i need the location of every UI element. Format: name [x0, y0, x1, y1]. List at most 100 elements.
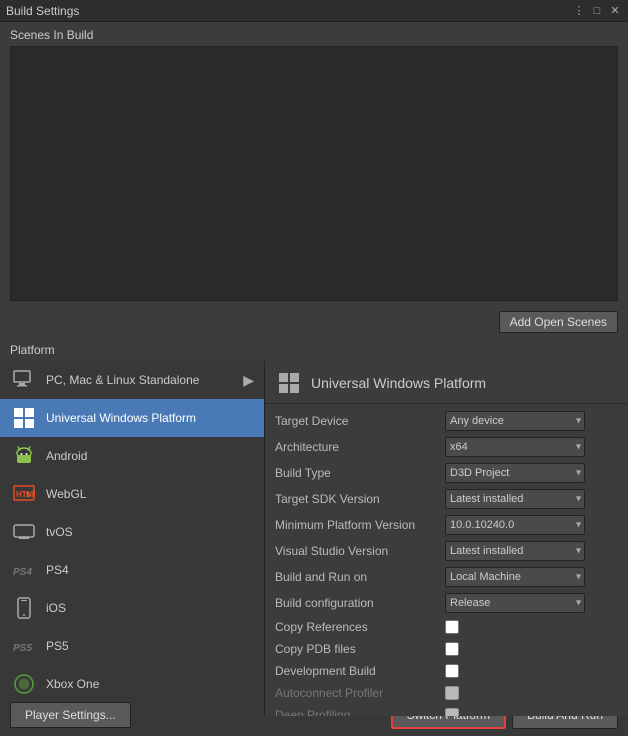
- setting-row-vs-version: Visual Studio Version Latest installed: [265, 538, 628, 564]
- deep-profiling-value: [445, 708, 618, 716]
- webgl-icon: HTML 5: [10, 480, 38, 508]
- build-config-dropdown[interactable]: Release: [445, 593, 585, 613]
- platform-list: PC, Mac & Linux Standalone ▶ Universal W…: [0, 361, 265, 716]
- build-config-value[interactable]: Release: [445, 593, 618, 613]
- copy-refs-label: Copy References: [275, 620, 445, 634]
- dev-build-value[interactable]: [445, 664, 618, 678]
- copy-refs-checkbox[interactable]: [445, 620, 459, 634]
- architecture-label: Architecture: [275, 440, 445, 454]
- tvos-name: tvOS: [46, 525, 73, 539]
- right-panel: Universal Windows Platform Target Device…: [265, 361, 628, 716]
- right-header-title: Universal Windows Platform: [311, 375, 486, 391]
- platform-item-uwp[interactable]: Universal Windows Platform: [0, 399, 264, 437]
- copy-refs-value[interactable]: [445, 620, 618, 634]
- scenes-section: Scenes In Build: [0, 22, 628, 307]
- setting-row-target-sdk: Target SDK Version Latest installed: [265, 486, 628, 512]
- setting-row-architecture: Architecture x64: [265, 434, 628, 460]
- platform-item-ios[interactable]: iOS: [0, 589, 264, 627]
- window-controls[interactable]: ⋮ □ ✕: [572, 4, 622, 18]
- close-button[interactable]: ✕: [608, 4, 622, 18]
- platform-item-xboxone[interactable]: Xbox One: [0, 665, 264, 703]
- build-run-on-value[interactable]: Local Machine: [445, 567, 618, 587]
- pc-name: PC, Mac & Linux Standalone: [46, 373, 199, 387]
- target-device-dropdown[interactable]: Any device: [445, 411, 585, 431]
- window-title: Build Settings: [6, 4, 572, 18]
- svg-text:PS5: PS5: [13, 643, 32, 654]
- deep-profiling-label: Deep Profiling: [275, 708, 445, 716]
- platform-item-android[interactable]: Android: [0, 437, 264, 475]
- architecture-dropdown[interactable]: x64: [445, 437, 585, 457]
- scenes-label: Scenes In Build: [10, 28, 618, 42]
- ps5-icon: PS5: [10, 632, 38, 660]
- svg-text:PS4: PS4: [13, 567, 32, 578]
- uwp-icon: [10, 404, 38, 432]
- target-sdk-dropdown[interactable]: Latest installed: [445, 489, 585, 509]
- min-platform-dropdown[interactable]: 10.0.10240.0: [445, 515, 585, 535]
- tvos-icon: [10, 518, 38, 546]
- copy-pdb-label: Copy PDB files: [275, 642, 445, 656]
- platform-item-ps5[interactable]: PS5 PS5: [0, 627, 264, 665]
- build-config-label: Build configuration: [275, 596, 445, 610]
- setting-row-deep-profiling: Deep Profiling: [265, 704, 628, 716]
- maximize-button[interactable]: □: [590, 4, 604, 18]
- setting-row-dev-build: Development Build: [265, 660, 628, 682]
- pc-arrow-icon: ▶: [243, 372, 254, 389]
- autoconnect-value: [445, 686, 618, 700]
- setting-row-target-device: Target Device Any device: [265, 408, 628, 434]
- min-platform-value[interactable]: 10.0.10240.0: [445, 515, 618, 535]
- setting-row-copy-pdb: Copy PDB files: [265, 638, 628, 660]
- svg-text:5: 5: [26, 492, 30, 499]
- uwp-name: Universal Windows Platform: [46, 411, 196, 425]
- settings-scroll[interactable]: Target Device Any device Architecture: [265, 404, 628, 716]
- build-run-on-dropdown[interactable]: Local Machine: [445, 567, 585, 587]
- platform-item-ps4[interactable]: PS4 PS4: [0, 551, 264, 589]
- pc-icon: [10, 366, 38, 394]
- menu-button[interactable]: ⋮: [572, 4, 586, 18]
- vs-version-value[interactable]: Latest installed: [445, 541, 618, 561]
- min-platform-label: Minimum Platform Version: [275, 518, 445, 532]
- platform-item-tvos[interactable]: tvOS: [0, 513, 264, 551]
- setting-row-build-run-on: Build and Run on Local Machine: [265, 564, 628, 590]
- build-type-label: Build Type: [275, 466, 445, 480]
- webgl-name: WebGL: [46, 487, 86, 501]
- setting-row-autoconnect: Autoconnect Profiler: [265, 682, 628, 704]
- copy-pdb-checkbox[interactable]: [445, 642, 459, 656]
- build-type-dropdown[interactable]: D3D Project: [445, 463, 585, 483]
- platform-item-pc[interactable]: PC, Mac & Linux Standalone ▶: [0, 361, 264, 399]
- ios-icon: [10, 594, 38, 622]
- ps5-name: PS5: [46, 639, 69, 653]
- target-device-label: Target Device: [275, 414, 445, 428]
- setting-row-min-platform: Minimum Platform Version 10.0.10240.0: [265, 512, 628, 538]
- uwp-header-icon: [275, 369, 303, 397]
- ps4-name: PS4: [46, 563, 69, 577]
- vs-version-dropdown[interactable]: Latest installed: [445, 541, 585, 561]
- vs-version-label: Visual Studio Version: [275, 544, 445, 558]
- setting-row-copy-refs: Copy References: [265, 616, 628, 638]
- target-sdk-label: Target SDK Version: [275, 492, 445, 506]
- dev-build-label: Development Build: [275, 664, 445, 678]
- android-name: Android: [46, 449, 87, 463]
- autoconnect-label: Autoconnect Profiler: [275, 686, 445, 700]
- architecture-value[interactable]: x64: [445, 437, 618, 457]
- bottom-left: Player Settings...: [10, 702, 131, 728]
- target-sdk-value[interactable]: Latest installed: [445, 489, 618, 509]
- platform-item-webgl[interactable]: HTML 5 WebGL: [0, 475, 264, 513]
- platform-section: PC, Mac & Linux Standalone ▶ Universal W…: [0, 361, 628, 716]
- scenes-area: [10, 46, 618, 301]
- build-type-value[interactable]: D3D Project: [445, 463, 618, 483]
- autoconnect-checkbox[interactable]: [445, 686, 459, 700]
- player-settings-button[interactable]: Player Settings...: [10, 702, 131, 728]
- right-header: Universal Windows Platform: [265, 361, 628, 404]
- xboxone-icon: [10, 670, 38, 698]
- copy-pdb-value[interactable]: [445, 642, 618, 656]
- deep-profiling-checkbox[interactable]: [445, 708, 459, 716]
- xboxone-name: Xbox One: [46, 677, 99, 691]
- add-open-scenes-button[interactable]: Add Open Scenes: [499, 311, 618, 333]
- dev-build-checkbox[interactable]: [445, 664, 459, 678]
- android-icon: [10, 442, 38, 470]
- target-device-value[interactable]: Any device: [445, 411, 618, 431]
- build-run-on-label: Build and Run on: [275, 570, 445, 584]
- setting-row-build-type: Build Type D3D Project: [265, 460, 628, 486]
- title-bar: Build Settings ⋮ □ ✕: [0, 0, 628, 22]
- ios-name: iOS: [46, 601, 66, 615]
